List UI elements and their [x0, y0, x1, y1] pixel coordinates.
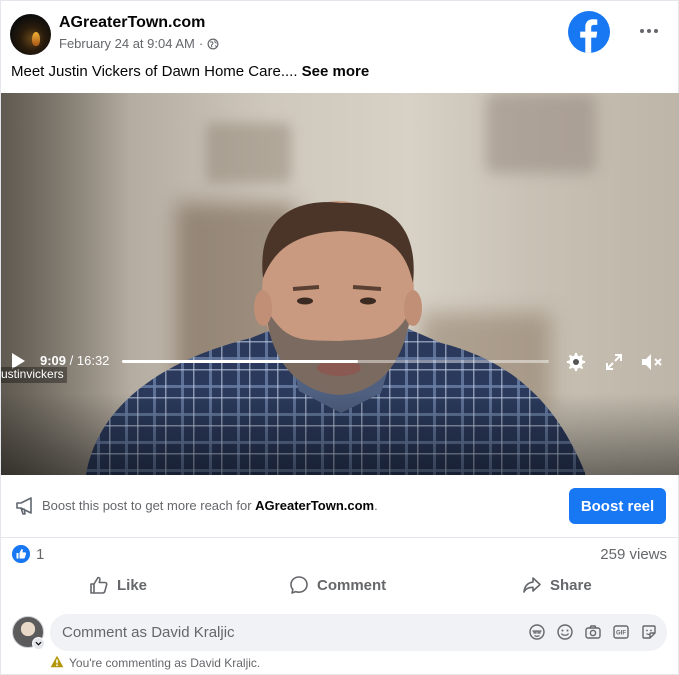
comment-input[interactable] [50, 614, 667, 651]
share-button[interactable]: Share [522, 567, 592, 603]
more-options-icon[interactable] [637, 25, 661, 37]
video-progress-bar[interactable] [122, 360, 549, 363]
like-reaction-icon[interactable] [12, 545, 30, 563]
video-watermark: ustinvickers [1, 367, 67, 383]
caption-text: Meet Justin Vickers of Dawn Home Care...… [11, 63, 302, 80]
post-meta: February 24 at 9:04 AM · [59, 36, 219, 51]
gif-icon[interactable]: GIF [612, 623, 630, 641]
like-count[interactable]: 1 [36, 546, 44, 563]
meta-separator: · [198, 36, 204, 51]
comment-bubble-icon [290, 576, 308, 594]
share-arrow-icon [523, 577, 541, 593]
boost-page-name: AGreaterTown.com [255, 498, 375, 513]
commenting-as-notice: You're commenting as David Kraljic. [69, 656, 261, 670]
boost-reel-button[interactable]: Boost reel [569, 488, 666, 524]
facebook-post-card: AGreaterTown.com February 24 at 9:04 AM … [0, 0, 679, 675]
page-avatar[interactable] [10, 14, 51, 55]
view-count: 259 views [600, 546, 667, 563]
svg-text:GIF: GIF [616, 631, 626, 637]
settings-gear-icon[interactable] [565, 351, 587, 373]
sticker-icon[interactable] [640, 623, 658, 641]
page-name-link[interactable]: AGreaterTown.com [59, 14, 205, 32]
duration: 16:32 [76, 353, 110, 368]
post-timestamp[interactable]: February 24 at 9:04 AM [59, 36, 195, 51]
share-label: Share [550, 576, 592, 594]
thumbs-up-icon [90, 576, 108, 594]
mute-icon[interactable] [640, 352, 664, 372]
comment-button[interactable]: Comment [289, 567, 386, 603]
video-controls-bar [1, 393, 679, 475]
comment-label: Comment [317, 576, 387, 594]
camera-icon[interactable] [584, 623, 602, 641]
boost-text-suffix: . [374, 498, 378, 513]
megaphone-icon [16, 497, 32, 515]
avatar-sticker-icon[interactable] [528, 623, 546, 641]
see-more-link[interactable]: See more [302, 63, 370, 80]
fullscreen-icon[interactable] [604, 352, 624, 372]
emoji-icon[interactable] [556, 623, 574, 641]
boost-text-prefix: Boost this post to get more reach for [42, 498, 256, 513]
warning-icon [50, 655, 64, 668]
video-progress-fill [122, 360, 359, 363]
chevron-down-icon[interactable] [32, 637, 45, 650]
current-time: 9:09 [40, 353, 67, 368]
time-separator: / [66, 353, 77, 368]
video-time: 9:09 / 16:32 [40, 353, 109, 368]
video-player[interactable] [1, 93, 679, 475]
globe-icon [207, 38, 219, 49]
like-label: Like [117, 576, 148, 594]
boost-prompt: Boost this post to get more reach for AG… [42, 498, 378, 513]
post-caption: Meet Justin Vickers of Dawn Home Care...… [11, 63, 369, 80]
like-button[interactable]: Like [89, 567, 147, 603]
facebook-logo-icon [568, 11, 610, 53]
